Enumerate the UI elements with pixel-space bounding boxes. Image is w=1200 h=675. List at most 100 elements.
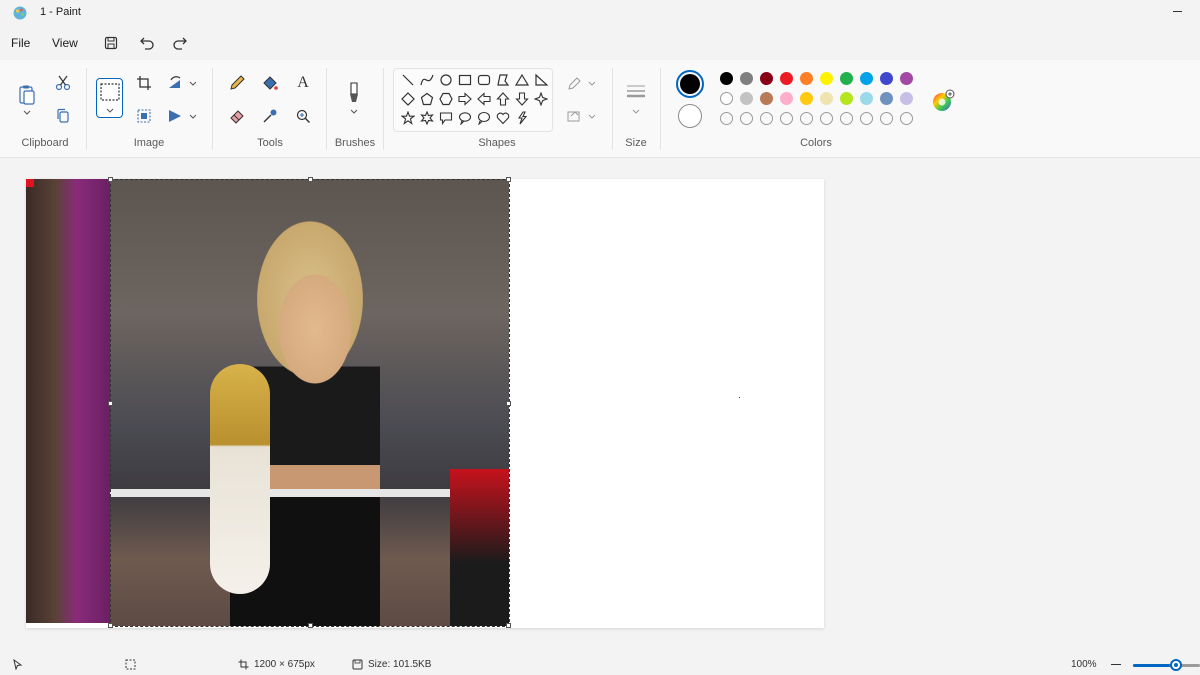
menu-view[interactable]: View [52,36,78,50]
palette-swatch[interactable] [860,72,873,85]
rounded-rectangle-shape[interactable] [475,71,493,89]
line-shape[interactable] [399,71,417,89]
palette-swatch[interactable] [900,72,913,85]
palette-swatch[interactable] [720,72,733,85]
rotate-button[interactable] [164,72,198,94]
hexagon-shape[interactable] [437,90,455,108]
selection-handle[interactable] [108,401,113,406]
selection-handle[interactable] [108,623,113,628]
copy-button[interactable] [52,105,74,127]
minimize-button[interactable] [1168,2,1186,20]
zoom-out-button[interactable] [1111,664,1121,665]
palette-swatch[interactable] [900,92,913,105]
divider [86,68,87,150]
selection-handle[interactable] [308,177,313,182]
diamond-shape[interactable] [399,90,417,108]
down-arrow-shape[interactable] [513,90,531,108]
palette-swatch[interactable] [760,72,773,85]
four-point-star-shape[interactable] [532,90,550,108]
flip-button[interactable] [164,105,198,127]
rectangle-shape[interactable] [456,71,474,89]
pentagon-shape[interactable] [418,90,436,108]
zoom-level[interactable]: 100% [1071,659,1097,670]
secondary-color-button[interactable] [678,104,702,128]
palette-swatch[interactable] [740,92,753,105]
custom-color-slot[interactable] [780,112,793,125]
palette-swatch[interactable] [840,92,853,105]
custom-color-slot[interactable] [820,112,833,125]
custom-color-slot[interactable] [800,112,813,125]
magnifier-button[interactable] [292,105,314,127]
custom-color-slot[interactable] [880,112,893,125]
up-arrow-shape[interactable] [494,90,512,108]
palette-swatch[interactable] [880,72,893,85]
palette-swatch[interactable] [800,72,813,85]
fill-button[interactable] [259,72,281,94]
custom-color-slot[interactable] [720,112,733,125]
left-arrow-icon [477,92,491,106]
crop-button[interactable] [133,72,155,94]
palette-swatch[interactable] [780,92,793,105]
menu-file[interactable]: File [11,36,30,50]
resize-button[interactable] [133,105,155,127]
heart-shape[interactable] [494,109,512,127]
undo-button[interactable] [136,33,158,53]
selection-handle[interactable] [506,177,511,182]
color-picker-button[interactable] [259,105,281,127]
select-button[interactable] [96,78,123,118]
rectangular-callout-shape[interactable] [437,109,455,127]
polygon-shape[interactable] [494,71,512,89]
zoom-slider-thumb[interactable] [1170,659,1182,671]
custom-color-slot[interactable] [860,112,873,125]
palette-swatch[interactable] [720,92,733,105]
palette-swatch[interactable] [820,72,833,85]
custom-color-slot[interactable] [840,112,853,125]
custom-color-slot[interactable] [900,112,913,125]
oval-callout-icon [458,112,472,125]
oval-callout-shape[interactable] [456,109,474,127]
selection-box[interactable] [108,177,511,628]
lightning-shape[interactable] [513,109,531,127]
shape-fill-button[interactable] [563,105,597,127]
left-arrow-shape[interactable] [475,90,493,108]
colors-label: Colors [800,137,832,149]
selection-handle[interactable] [506,401,511,406]
right-arrow-shape[interactable] [456,90,474,108]
right-triangle-shape[interactable] [532,71,550,89]
text-button[interactable]: A [292,72,314,94]
redo-button[interactable] [169,33,191,53]
save-button[interactable] [100,33,122,53]
six-point-star-shape[interactable] [418,109,436,127]
selection-handle[interactable] [506,623,511,628]
eraser-button[interactable] [226,105,248,127]
color-wheel-icon [933,89,955,111]
palette-swatch[interactable] [860,92,873,105]
palette-swatch[interactable] [840,72,853,85]
outline-button[interactable] [563,72,597,94]
oval-shape[interactable] [437,71,455,89]
brush-icon [350,82,358,114]
selection-handle[interactable] [108,177,113,182]
triangle-shape[interactable] [513,71,531,89]
palette-swatch[interactable] [760,92,773,105]
cut-button[interactable] [52,72,74,94]
custom-color-slot[interactable] [740,112,753,125]
curve-shape[interactable] [418,71,436,89]
cloud-callout-shape[interactable] [475,109,493,127]
palette-swatch[interactable] [820,92,833,105]
zoom-slider-track[interactable] [1133,664,1200,667]
palette-swatch[interactable] [780,72,793,85]
selection-handle[interactable] [308,623,313,628]
palette-swatch[interactable] [800,92,813,105]
pencil-button[interactable] [226,72,248,94]
custom-color-slot[interactable] [760,112,773,125]
shape-fill-icon [567,111,595,122]
palette-swatch[interactable] [880,92,893,105]
size-button[interactable] [622,78,650,118]
edit-colors-button[interactable] [930,88,956,114]
paste-button[interactable] [14,80,40,120]
five-point-star-shape[interactable] [399,109,417,127]
brushes-button[interactable] [340,78,368,118]
palette-swatch[interactable] [740,72,753,85]
primary-color-button[interactable] [676,70,704,98]
